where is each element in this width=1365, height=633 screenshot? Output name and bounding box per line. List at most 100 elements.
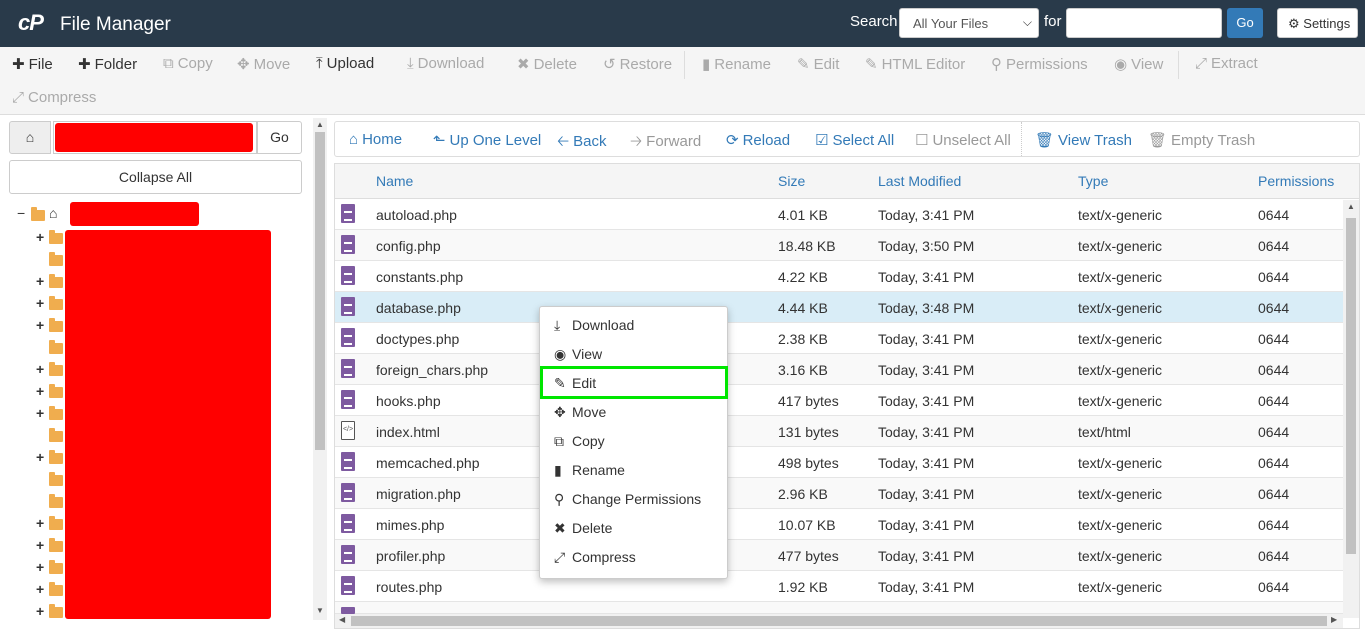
- toolbar-delete-button[interactable]: ✖ Delete: [517, 55, 577, 73]
- scroll-up-icon[interactable]: ▲: [1347, 202, 1355, 211]
- file-icon: [341, 483, 355, 502]
- search-scope-value: All Your Files: [913, 16, 989, 31]
- file-type: text/x-generic: [1078, 455, 1163, 471]
- context-menu-delete[interactable]: ✖ Delete: [554, 520, 612, 537]
- column-header-last-modified[interactable]: Last Modified: [878, 173, 961, 189]
- context-menu-download[interactable]: ⤓ Download: [554, 317, 634, 334]
- settings-button[interactable]: ⚙ Settings: [1277, 8, 1358, 38]
- toolbar-restore-button[interactable]: ↺ Restore: [603, 55, 672, 73]
- column-header-size[interactable]: Size: [778, 173, 805, 189]
- table-row[interactable]: autoload.php 4.01 KB Today, 3:41 PM text…: [335, 199, 1343, 230]
- tree-expand-toggle[interactable]: +: [36, 405, 44, 421]
- table-row-partial[interactable]: [335, 602, 1343, 624]
- left-scrollbar[interactable]: ▲ ▼: [313, 118, 327, 620]
- table-row[interactable]: hooks.php 417 bytes Today, 3:41 PM text/…: [335, 385, 1343, 416]
- toolbar-copy-button[interactable]: ⧉ Copy: [163, 55, 213, 72]
- nav-select-all-button[interactable]: ☑ Select All: [815, 131, 894, 149]
- cpanel-logo[interactable]: cP: [18, 10, 44, 36]
- redacted-root-folder[interactable]: [70, 202, 199, 226]
- nav-empty-trash-button[interactable]: 🗑 Empty Trash: [1148, 131, 1255, 149]
- toolbar-label: File: [28, 56, 53, 73]
- toolbar-file-button[interactable]: ✚ File: [12, 55, 53, 73]
- tree-expand-toggle[interactable]: +: [36, 449, 44, 465]
- table-row[interactable]: routes.php 1.92 KB Today, 3:41 PM text/x…: [335, 571, 1343, 602]
- toolbar-html-editor-button[interactable]: ✎ HTML Editor: [865, 55, 965, 73]
- file-icon: [341, 607, 355, 624]
- scroll-right-icon[interactable]: ▶: [1331, 615, 1337, 624]
- collapse-all-button[interactable]: Collapse All: [9, 160, 302, 194]
- context-menu-move[interactable]: ✥ Move: [554, 404, 606, 421]
- folder-icon: [49, 318, 63, 332]
- table-row[interactable]: doctypes.php 2.38 KB Today, 3:41 PM text…: [335, 323, 1343, 354]
- table-row[interactable]: migration.php 2.96 KB Today, 3:41 PM tex…: [335, 478, 1343, 509]
- scroll-up-icon[interactable]: ▲: [316, 120, 324, 129]
- tree-expand-toggle[interactable]: +: [36, 581, 44, 597]
- nav-view-trash-button[interactable]: 🗑 View Trash: [1035, 131, 1132, 149]
- path-go-button[interactable]: Go: [257, 121, 302, 154]
- context-menu-view[interactable]: ◉ View: [554, 346, 602, 363]
- nav-reload-button[interactable]: ⟳ Reload: [726, 131, 790, 149]
- context-menu-change-permissions[interactable]: ⚲ Change Permissions: [554, 491, 701, 508]
- table-row[interactable]: constants.php 4.22 KB Today, 3:41 PM tex…: [335, 261, 1343, 292]
- table-row[interactable]: index.html 131 bytes Today, 3:41 PM text…: [335, 416, 1343, 447]
- scroll-thumb[interactable]: [1346, 218, 1356, 554]
- toolbar-compress-button[interactable]: ⤢ Compress: [12, 89, 96, 106]
- table-row-selected[interactable]: database.php 4.44 KB Today, 3:48 PM text…: [335, 292, 1343, 323]
- table-vertical-scrollbar[interactable]: ▲: [1343, 200, 1359, 618]
- table-row[interactable]: foreign_chars.php 3.16 KB Today, 3:41 PM…: [335, 354, 1343, 385]
- toolbar-rename-button[interactable]: ▮ Rename: [702, 55, 771, 73]
- tree-expand-toggle[interactable]: +: [36, 361, 44, 377]
- toolbar-label: Download: [417, 55, 485, 72]
- tree-expand-toggle[interactable]: +: [36, 515, 44, 531]
- nav-forward-button[interactable]: 🡢 Forward: [630, 131, 701, 156]
- toolbar-move-button[interactable]: ✥ Move: [237, 55, 290, 73]
- toolbar-folder-button[interactable]: ✚ Folder: [78, 55, 137, 73]
- file-icon: [341, 545, 355, 564]
- toolbar-label: Delete: [533, 56, 577, 73]
- scroll-down-icon[interactable]: ▼: [316, 606, 324, 615]
- toolbar-download-button[interactable]: ⤓ Download: [407, 55, 484, 72]
- toolbar-edit-button[interactable]: ✎ Edit: [797, 55, 839, 73]
- toolbar-permissions-button[interactable]: ⚲ Permissions: [991, 55, 1088, 73]
- table-row[interactable]: config.php 18.48 KB Today, 3:50 PM text/…: [335, 230, 1343, 261]
- tree-expand-toggle[interactable]: +: [36, 383, 44, 399]
- column-header-permissions[interactable]: Permissions: [1258, 173, 1334, 189]
- nav-back-button[interactable]: 🡠 Back: [557, 131, 607, 156]
- column-header-name[interactable]: Name: [376, 173, 413, 189]
- tree-expand-toggle[interactable]: +: [36, 537, 44, 553]
- context-menu-rename[interactable]: ▮ Rename: [554, 462, 625, 479]
- context-menu-compress[interactable]: ⤢ Compress: [554, 549, 636, 566]
- scroll-thumb[interactable]: [351, 616, 1327, 626]
- context-menu-edit[interactable]: ✎ Edit: [554, 375, 596, 392]
- toolbar-extract-button[interactable]: ⤢ Extract: [1195, 55, 1258, 72]
- table-horizontal-scrollbar[interactable]: ◀ ▶: [335, 614, 1343, 628]
- search-scope-select[interactable]: All Your Files ⌵: [899, 8, 1039, 38]
- scroll-thumb[interactable]: [315, 132, 325, 450]
- nav-up-one-level-button[interactable]: ⬑ Up One Level: [433, 131, 541, 149]
- toolbar-upload-button[interactable]: ⤒ Upload: [316, 55, 374, 72]
- tree-expand-toggle[interactable]: +: [36, 559, 44, 575]
- toolbar: ✚ File ✚ Folder ⧉ Copy ✥ Move ⤒ Upload ⤓ Downl…: [0, 47, 1365, 115]
- search-go-button[interactable]: Go: [1227, 8, 1263, 38]
- tree-expand-toggle[interactable]: +: [36, 317, 44, 333]
- table-row[interactable]: memcached.php 498 bytes Today, 3:41 PM t…: [335, 447, 1343, 478]
- table-row[interactable]: mimes.php 10.07 KB Today, 3:41 PM text/x…: [335, 509, 1343, 540]
- tree-expand-toggle[interactable]: +: [36, 603, 44, 619]
- trash-icon: 🗑: [1148, 132, 1168, 149]
- tree-expand-toggle[interactable]: +: [36, 295, 44, 311]
- tree-expand-toggle[interactable]: +: [36, 229, 44, 245]
- search-label: Search: [850, 13, 898, 30]
- context-menu-copy[interactable]: ⧉ Copy: [554, 433, 605, 450]
- context-menu: ⤓ Download ◉ View ✎ Edit ✥ Move ⧉ Copy ▮ Renam…: [539, 306, 728, 579]
- nav-unselect-all-button[interactable]: ☐ Unselect All: [915, 131, 1011, 149]
- toolbar-view-button[interactable]: ◉ View: [1114, 55, 1163, 73]
- column-header-type[interactable]: Type: [1078, 173, 1108, 189]
- search-input[interactable]: [1066, 8, 1222, 38]
- home-button[interactable]: ⌂: [9, 121, 51, 154]
- nav-home-button[interactable]: ⌂ Home: [349, 131, 402, 148]
- table-row[interactable]: profiler.php 477 bytes Today, 3:41 PM te…: [335, 540, 1343, 571]
- tree-collapse-toggle[interactable]: −: [17, 205, 25, 221]
- chevron-down-icon: ⌵: [1022, 15, 1032, 29]
- scroll-left-icon[interactable]: ◀: [339, 615, 345, 624]
- tree-expand-toggle[interactable]: +: [36, 273, 44, 289]
